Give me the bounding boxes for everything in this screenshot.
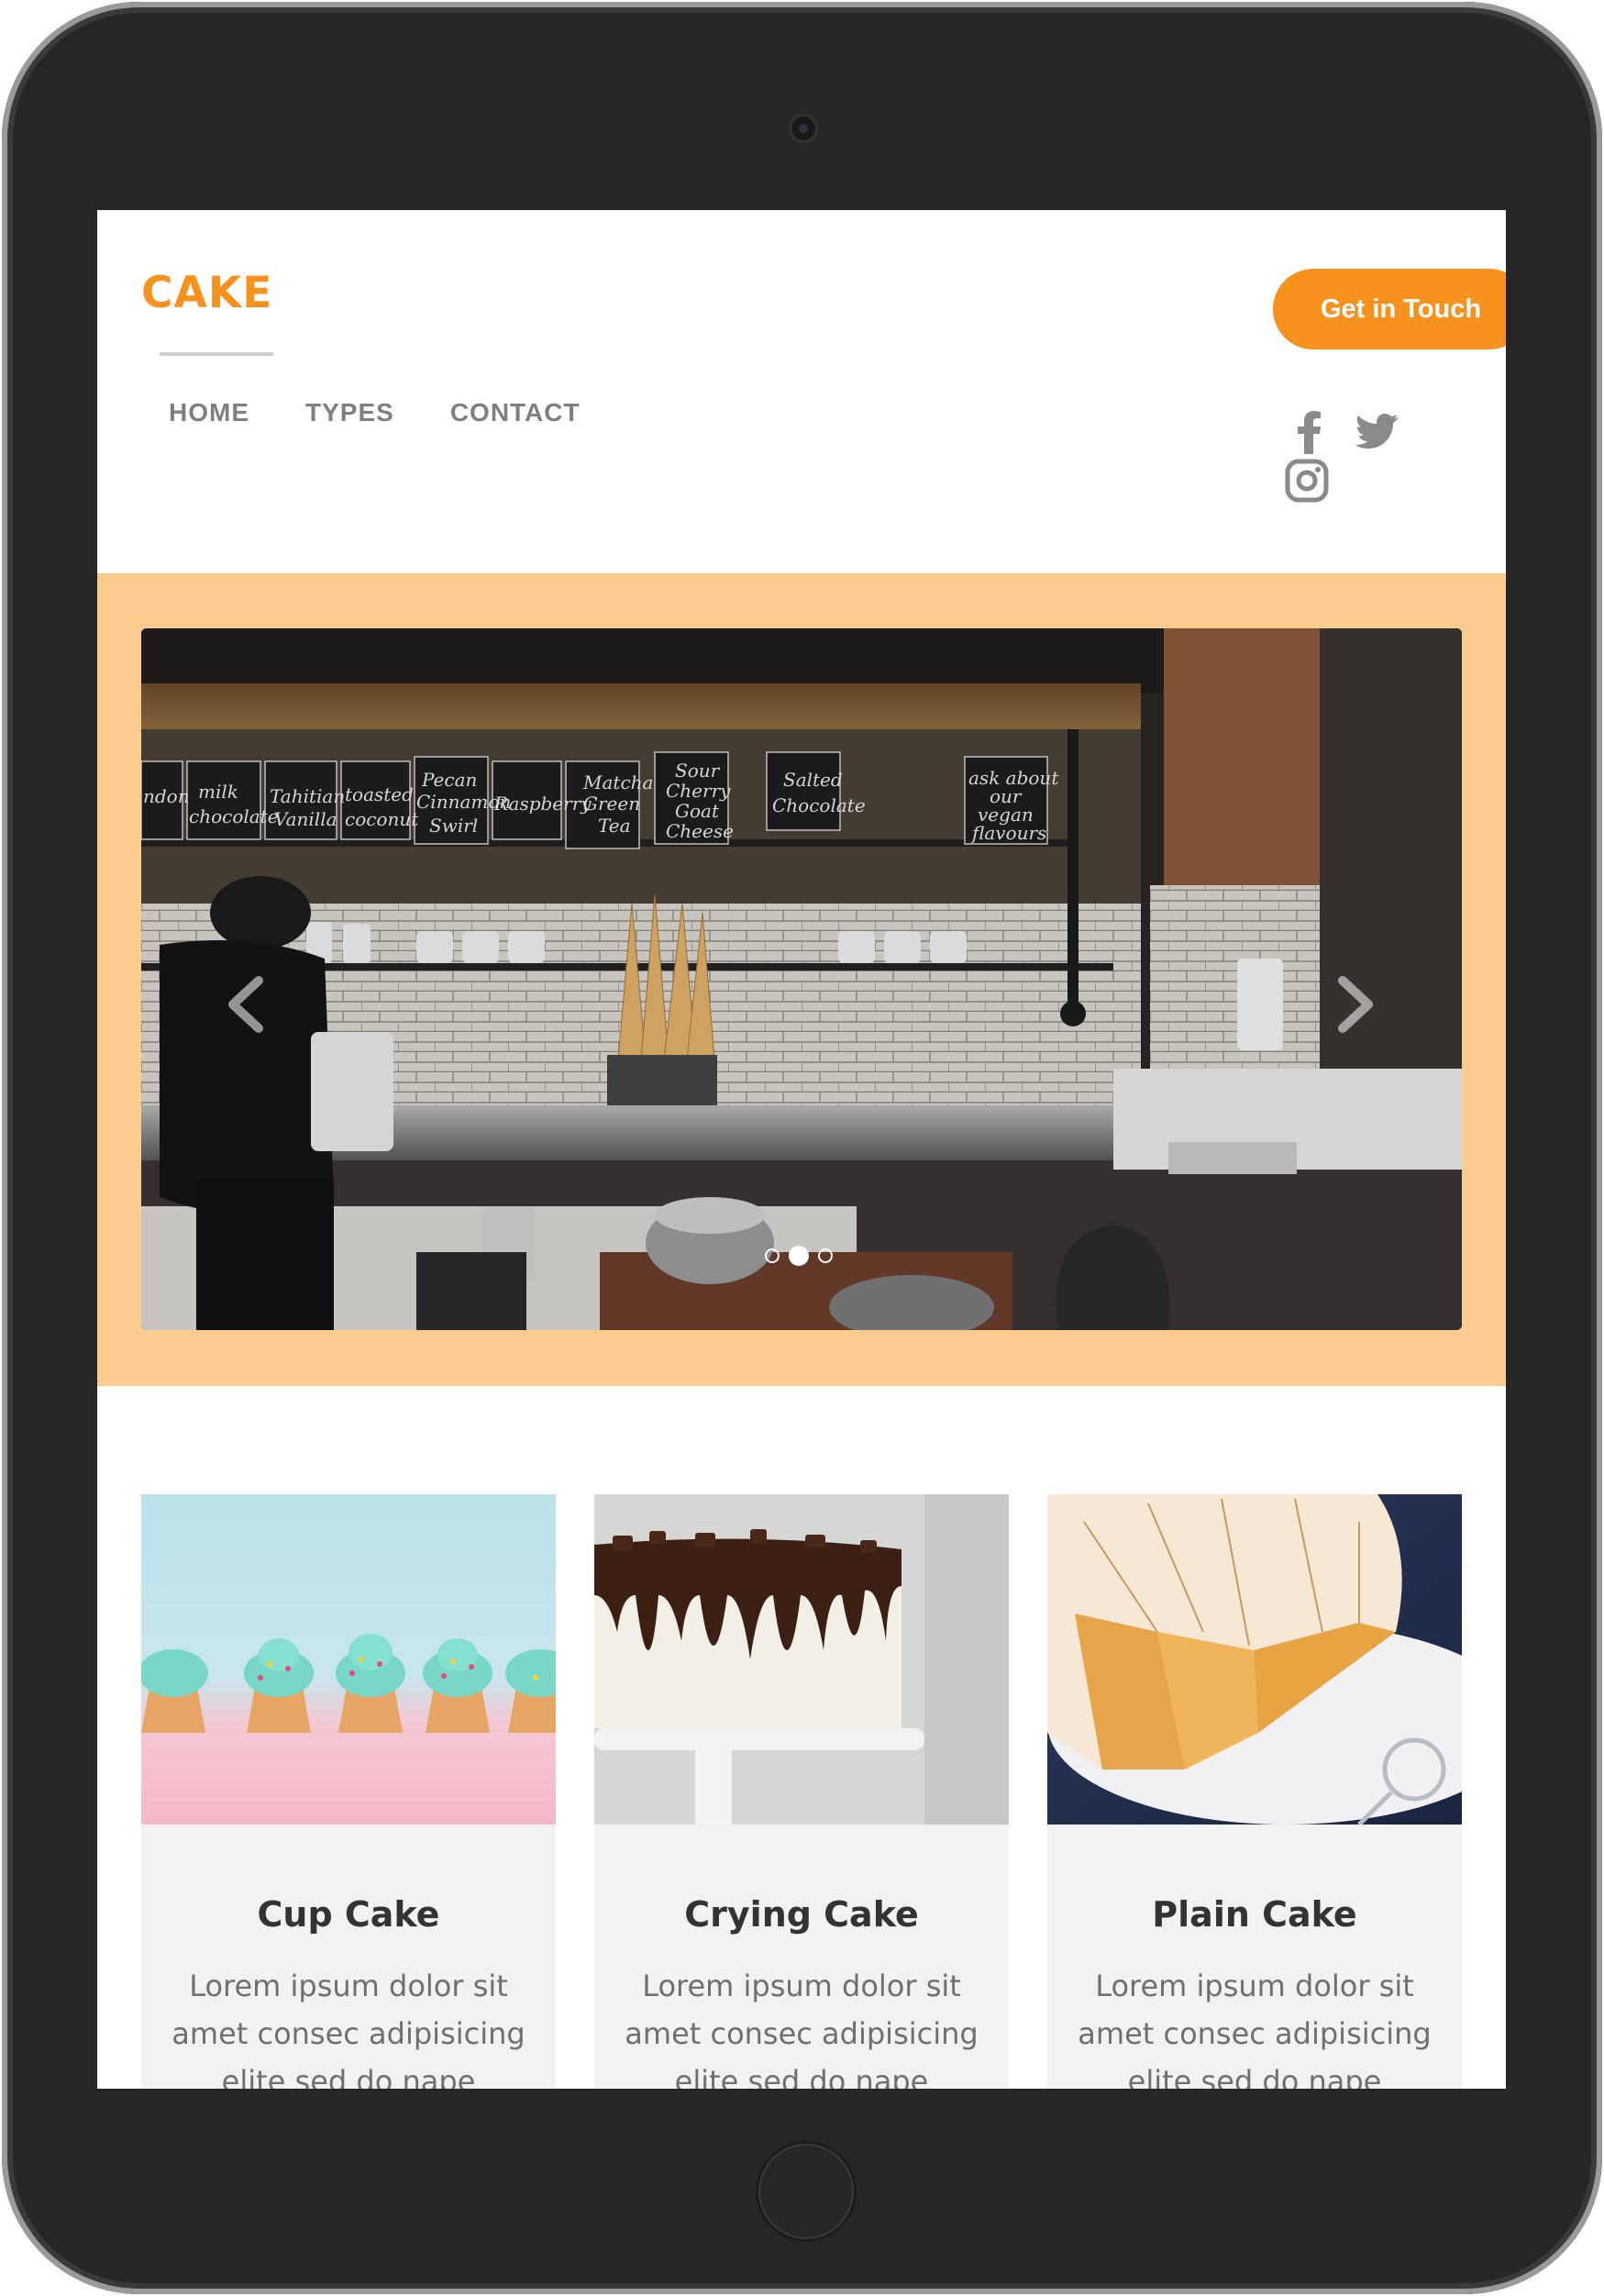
twitter-icon[interactable] (1355, 412, 1399, 450)
nav-contact[interactable]: CONTACT (450, 398, 581, 427)
crying-cake-image (594, 1494, 1009, 1825)
card-title: Plain Cake (1152, 1894, 1357, 1935)
carousel-indicators (765, 1246, 833, 1266)
card-text: Lorem ipsum dolor sit amet consec adipis… (171, 1969, 525, 2089)
carousel-next-arrow[interactable] (1333, 975, 1377, 1034)
facebook-icon[interactable] (1289, 408, 1328, 454)
carousel-dot-2[interactable] (789, 1246, 809, 1266)
plain-cake-image (1047, 1494, 1462, 1825)
carousel-dot-3[interactable] (818, 1248, 833, 1263)
nav-types[interactable]: TYPES (305, 398, 394, 427)
tablet-frame: CAKE HOME TYPES CONTACT Get in Touch ndo… (2, 2, 1602, 2294)
bakery-kitchen-photo: ndon milkchocolate TahitianVanilla toast… (141, 628, 1462, 1330)
get-in-touch-button[interactable]: Get in Touch (1273, 269, 1506, 349)
hero-section: ndon milk chocolate Tahitian Vanilla toast… (97, 573, 1506, 1386)
instagram-icon[interactable] (1284, 458, 1330, 504)
card-title: Cup Cake (257, 1894, 440, 1935)
carousel-dot-1[interactable] (765, 1248, 780, 1263)
card-text: Lorem ipsum dolor sit amet consec adipis… (1078, 1969, 1432, 2089)
logo[interactable]: CAKE (141, 268, 272, 318)
carousel-prev-arrow[interactable] (224, 975, 268, 1034)
logo-underline (160, 352, 273, 356)
card-title: Crying Cake (684, 1894, 919, 1935)
home-button[interactable] (756, 2141, 857, 2242)
camera (791, 116, 815, 140)
cake-card-crying[interactable]: Crying Cake Lorem ipsum dolor sit amet c… (594, 1494, 1009, 2089)
cake-card-plain[interactable]: Plain Cake Lorem ipsum dolor sit amet co… (1047, 1494, 1462, 2089)
screen: CAKE HOME TYPES CONTACT Get in Touch ndo… (97, 210, 1506, 2089)
hero-carousel: ndon milk chocolate Tahitian Vanilla toast… (141, 628, 1462, 1330)
nav-home[interactable]: HOME (169, 398, 249, 427)
cupcake-image (141, 1494, 556, 1825)
main-nav: HOME TYPES CONTACT (169, 398, 581, 427)
cake-card-cupcake[interactable]: Cup Cake Lorem ipsum dolor sit amet cons… (141, 1494, 556, 2089)
card-text: Lorem ipsum dolor sit amet consec adipis… (625, 1969, 979, 2089)
